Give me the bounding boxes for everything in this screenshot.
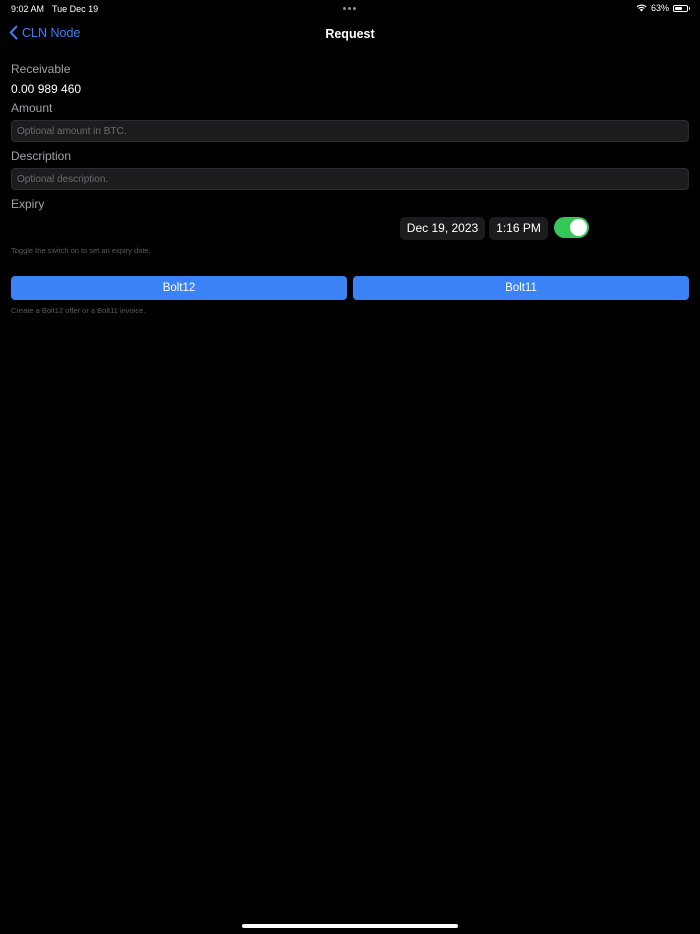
actions-hint: Create a Bolt12 offer or a Bolt11 invoic… xyxy=(11,306,146,315)
status-time: 9:02 AM xyxy=(11,4,45,14)
bolt12-button[interactable]: Bolt12 xyxy=(11,276,347,300)
expiry-toggle[interactable] xyxy=(554,217,589,238)
page-title: Request xyxy=(325,27,375,41)
receivable-label: Receivable xyxy=(11,62,71,76)
description-input[interactable] xyxy=(11,168,689,190)
toggle-knob xyxy=(570,219,587,236)
amount-input[interactable] xyxy=(11,120,689,142)
expiry-date-picker[interactable]: Dec 19, 2023 xyxy=(400,217,485,240)
description-label: Description xyxy=(11,149,72,163)
expiry-label: Expiry xyxy=(11,197,45,211)
amount-label: Amount xyxy=(11,101,53,115)
battery-percentage: 63% xyxy=(650,3,669,13)
status-date: Tue Dec 19 xyxy=(52,4,99,14)
multitasking-dots-icon[interactable] xyxy=(343,7,356,10)
status-bar: 9:02 AM Tue Dec 19 63% xyxy=(0,0,700,18)
expiry-time-picker[interactable]: 1:16 PM xyxy=(489,217,548,240)
bolt11-button[interactable]: Bolt11 xyxy=(353,276,689,300)
expiry-hint: Toggle the switch on to set an expiry da… xyxy=(11,246,151,255)
home-indicator[interactable] xyxy=(242,924,458,928)
receivable-value: 0.00 989 460 xyxy=(11,82,82,96)
status-indicators: 63% xyxy=(636,3,690,13)
wifi-icon xyxy=(636,4,647,12)
battery-icon xyxy=(673,4,690,12)
